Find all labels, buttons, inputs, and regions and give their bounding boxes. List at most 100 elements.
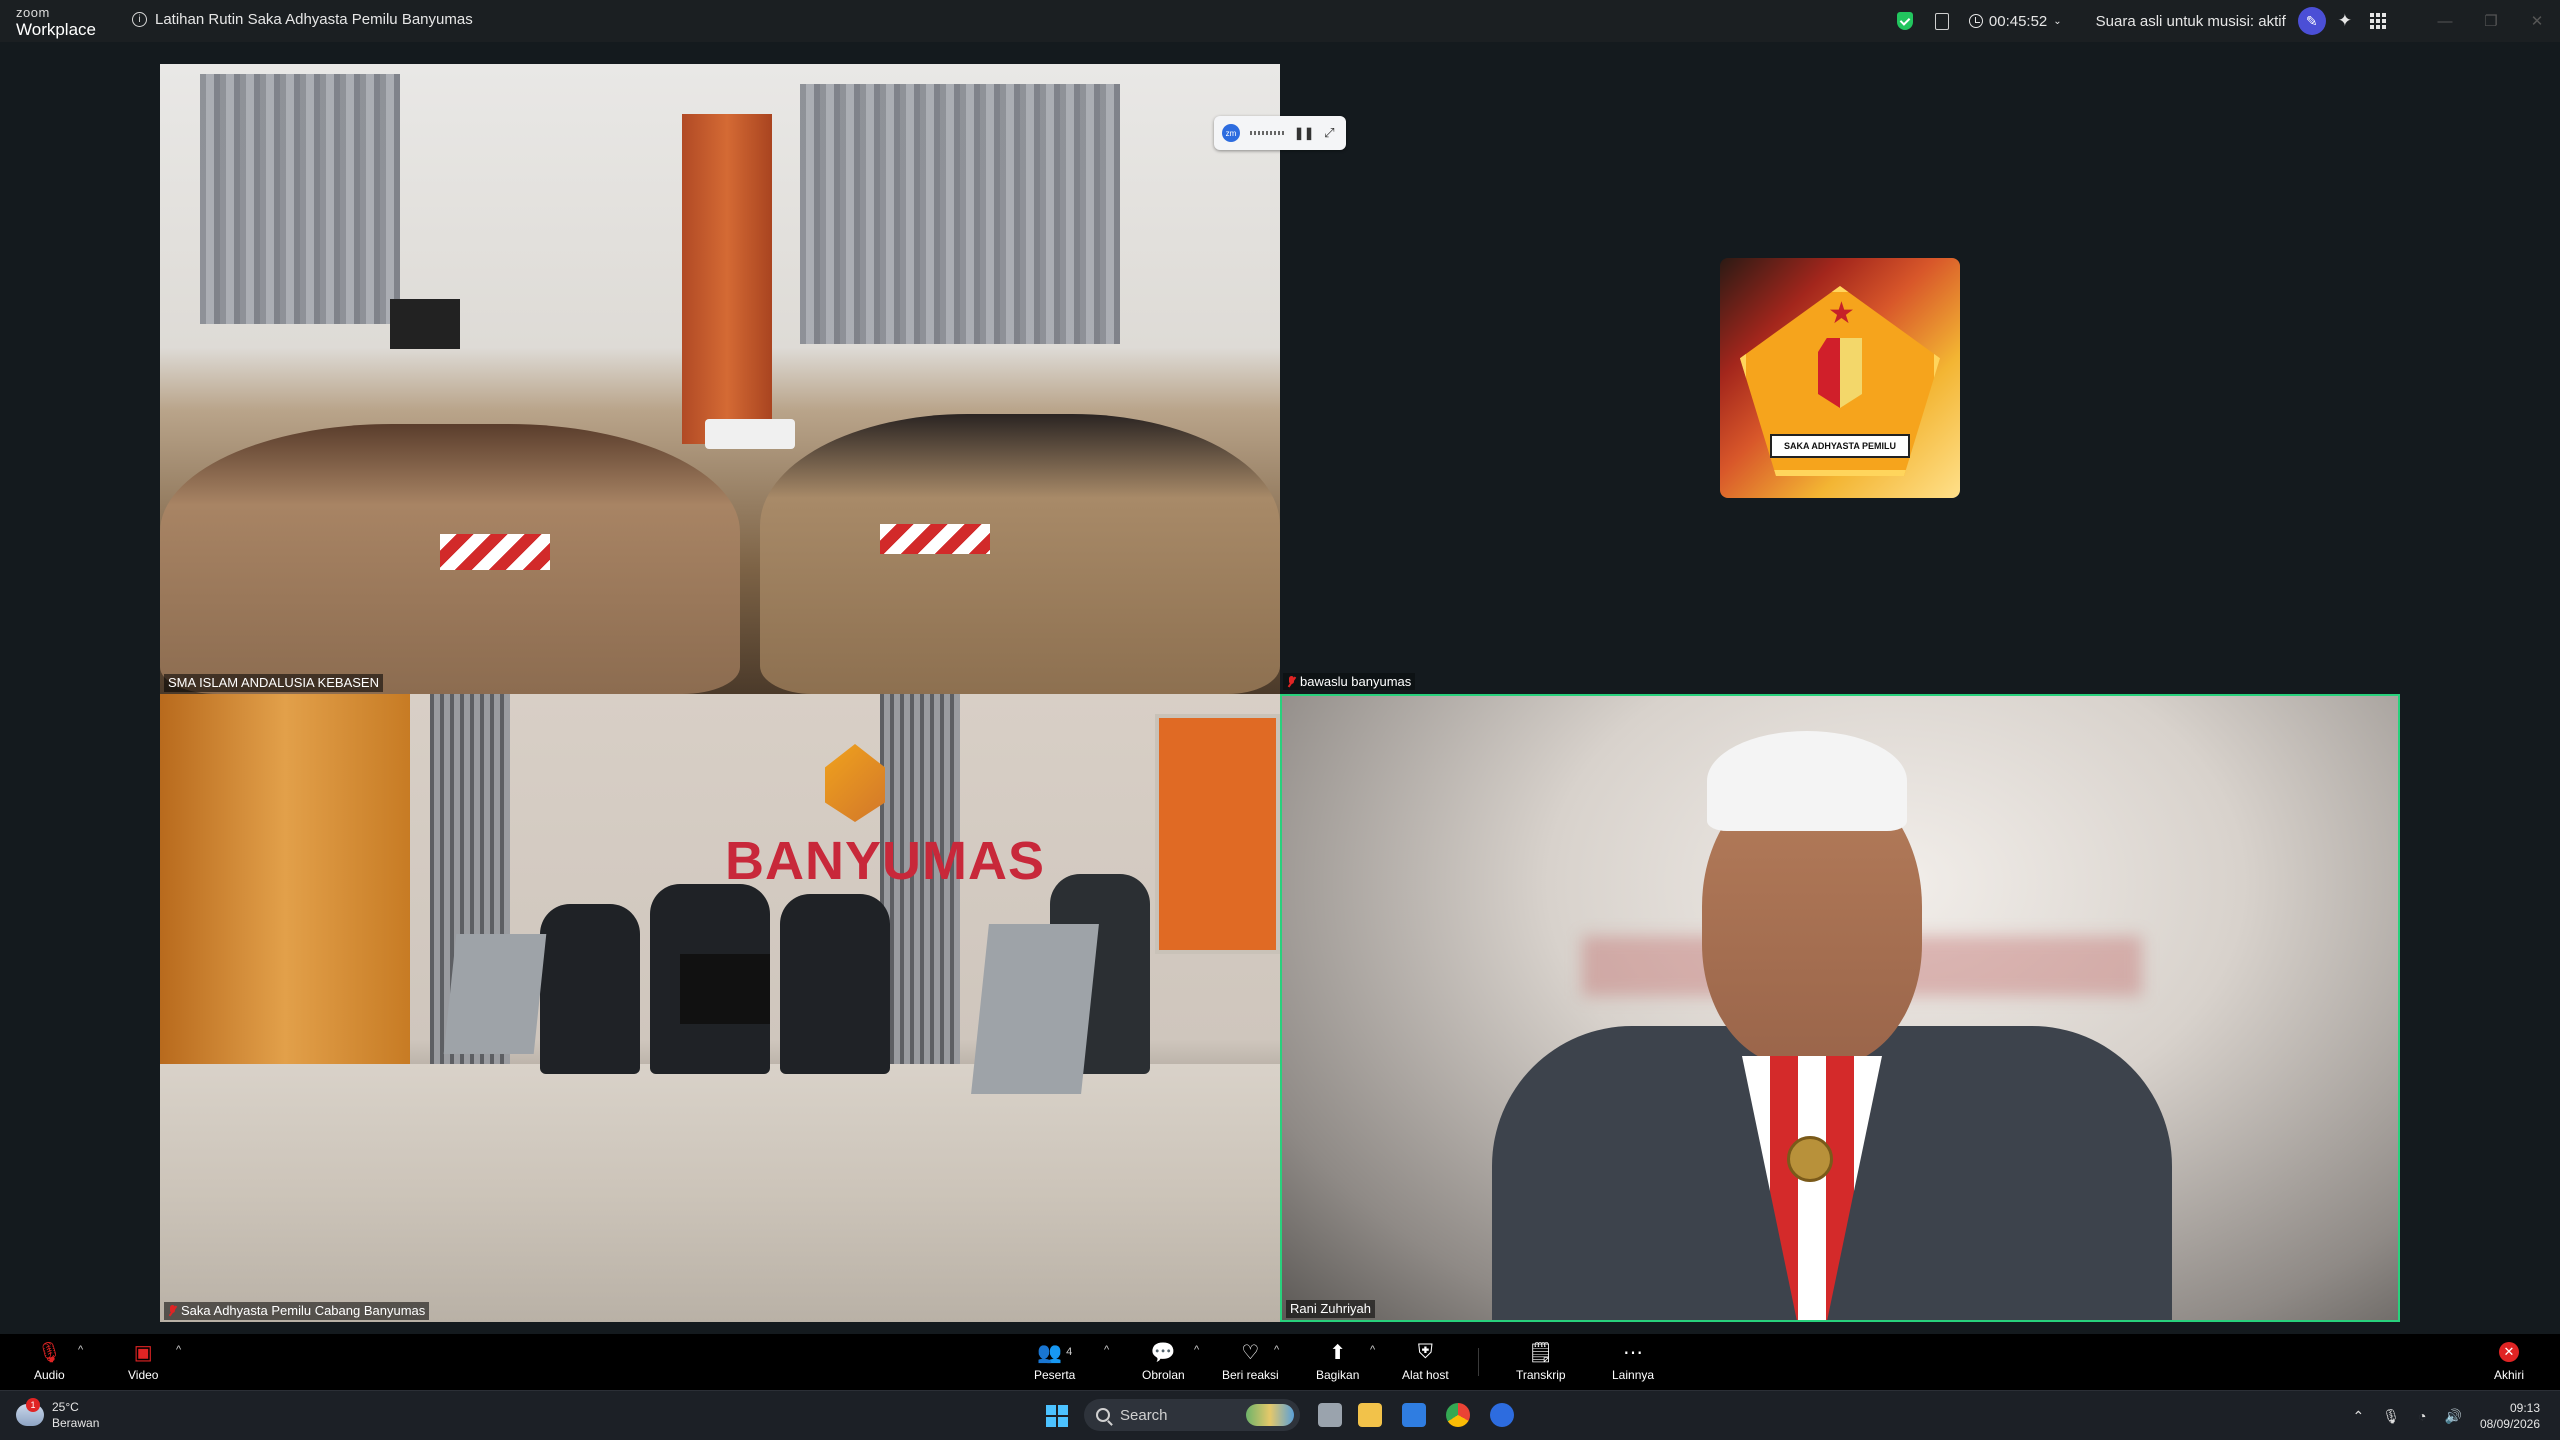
apps-grid-icon[interactable] xyxy=(2370,13,2386,29)
encryption-shield-icon[interactable] xyxy=(1896,12,1913,30)
pillar-right xyxy=(880,694,960,1114)
laptop xyxy=(971,924,1099,1094)
chat-icon: 💬 xyxy=(1150,1341,1176,1364)
scarf xyxy=(440,534,550,570)
transcript-button[interactable]: 🗒 Transkrip xyxy=(1516,1340,1566,1383)
search-highlight-icon xyxy=(1246,1404,1294,1426)
brand-workplace: Workplace xyxy=(16,20,96,39)
more-button[interactable]: ⋯ Lainnya xyxy=(1612,1340,1655,1383)
meeting-controls-bar: 🎙 Audio ^ ▣ Video ^ 👥 4 Peserta ^ 💬 Obrol… xyxy=(0,1334,2560,1390)
restore-icon[interactable]: ❐ xyxy=(2468,0,2514,42)
taskbar-clock[interactable]: 09:13 08/09/2026 xyxy=(2480,1400,2540,1432)
audio-label: Audio xyxy=(34,1368,65,1382)
share-screen-icon: ⬆ xyxy=(1329,1341,1347,1364)
video-options-caret-icon[interactable]: ^ xyxy=(176,1344,181,1356)
weather-condition: Berawan xyxy=(52,1416,100,1430)
search-placeholder: Search xyxy=(1120,1406,1168,1424)
windows-taskbar: 25°C Berawan Search ⌃ 🎙 ◔ 🔊 09:13 08/09/… xyxy=(0,1390,2560,1440)
divider xyxy=(1478,1348,1479,1376)
title-bar-right: 00:45:52 ⌄ Suara asli untuk musisi: akti… xyxy=(1896,0,2560,42)
video-tile-sma-islam[interactable]: SMA ISLAM ANDALUSIA KEBASEN xyxy=(160,64,1280,694)
share-button[interactable]: ⬆ Bagikan xyxy=(1316,1340,1360,1383)
file-explorer-icon[interactable] xyxy=(1358,1403,1382,1427)
emblem-ribbon: SAKA ADHYASTA PEMILU xyxy=(1770,434,1910,458)
todo-icon[interactable] xyxy=(1402,1403,1426,1427)
video-tile-active-speaker[interactable]: Rani Zuhriyah xyxy=(1280,694,2400,1322)
taskbar-search[interactable]: Search xyxy=(1084,1399,1300,1431)
zoom-meeting-window: zoom Workplace i Latihan Rutin Saka Adhy… xyxy=(0,0,2560,1440)
timer-value: 00:45:52 xyxy=(1988,12,2048,30)
participant-name-label: Rani Zuhriyah xyxy=(1286,1300,1375,1318)
drag-handle-icon[interactable] xyxy=(1250,131,1284,135)
audio-button[interactable]: 🎙 Audio xyxy=(34,1340,65,1383)
video-label: Video xyxy=(128,1368,159,1382)
pencil-icon[interactable]: ✎ xyxy=(2297,7,2326,35)
speaker-cap xyxy=(1707,731,1907,831)
volume-icon[interactable]: 🔊 xyxy=(2445,1408,2462,1425)
windows-start-icon[interactable] xyxy=(1046,1405,1068,1427)
meeting-timer[interactable]: 00:45:52 ⌄ xyxy=(1968,12,2062,30)
ai-companion-icon[interactable]: ✦ xyxy=(2338,11,2352,31)
task-view-icon[interactable] xyxy=(1318,1403,1342,1427)
students-right xyxy=(760,414,1280,694)
minimize-icon[interactable]: — xyxy=(2422,0,2468,42)
star-icon: ★ xyxy=(1828,297,1855,330)
avatar-tile-bawaslu[interactable]: ★ SAKA ADHYASTA PEMILU xyxy=(1720,258,1960,498)
muted-mic-icon xyxy=(168,1304,177,1317)
tile-2-name: Saka Adhyasta Pemilu Cabang Banyumas xyxy=(181,1303,426,1318)
share-caret-icon[interactable]: ^ xyxy=(1370,1344,1375,1356)
microphone-icon[interactable]: 🎙 xyxy=(2382,1408,2400,1425)
clock-time: 09:13 xyxy=(2509,1401,2540,1415)
wifi-icon[interactable]: ◔ xyxy=(2418,1408,2426,1424)
expand-icon[interactable]: ⤢ xyxy=(1324,125,1334,141)
shield-icon: ⛨ xyxy=(1417,1340,1433,1363)
projector xyxy=(705,419,795,449)
audio-options-caret-icon[interactable]: ^ xyxy=(78,1344,83,1356)
react-label: Beri reaksi xyxy=(1222,1368,1279,1382)
end-icon: ✕ xyxy=(2499,1340,2519,1364)
video-tile-saka-cabang[interactable]: BANYUMAS Saka Adhyasta Pemilu Cabang Ban… xyxy=(160,694,1280,1322)
laptop xyxy=(443,934,547,1054)
weather-widget[interactable]: 25°C Berawan xyxy=(16,1398,100,1431)
meeting-title: Latihan Rutin Saka Adhyasta Pemilu Banyu… xyxy=(155,11,473,28)
search-icon xyxy=(1096,1408,1110,1422)
video-button[interactable]: ▣ Video xyxy=(128,1340,159,1383)
floating-share-control[interactable]: zm ❚❚ ⤢ xyxy=(1214,116,1346,150)
chat-button[interactable]: 💬 Obrolan xyxy=(1142,1340,1185,1383)
more-label: Lainnya xyxy=(1612,1368,1655,1382)
react-button[interactable]: ♡ Beri reaksi xyxy=(1222,1340,1279,1383)
clock-date: 08/09/2026 xyxy=(2479,1417,2540,1431)
chat-label: Obrolan xyxy=(1142,1368,1185,1382)
tile-1-name: SMA ISLAM ANDALUSIA KEBASEN xyxy=(168,675,379,690)
share-label: Bagikan xyxy=(1316,1368,1360,1382)
chrome-icon[interactable] xyxy=(1446,1403,1470,1427)
react-caret-icon[interactable]: ^ xyxy=(1274,1344,1279,1356)
scarf-woggle xyxy=(1787,1136,1833,1182)
more-icon: ⋯ xyxy=(1623,1341,1644,1364)
participants-caret-icon[interactable]: ^ xyxy=(1104,1344,1109,1356)
projector xyxy=(680,954,770,1024)
original-sound-status[interactable]: Suara asli untuk musisi: aktif xyxy=(2096,13,2286,30)
meeting-info-button[interactable]: i Latihan Rutin Saka Adhyasta Pemilu Ban… xyxy=(132,11,473,28)
curtain-left xyxy=(200,74,400,324)
chat-caret-icon[interactable]: ^ xyxy=(1194,1344,1199,1356)
end-meeting-button[interactable]: ✕ Akhiri xyxy=(2494,1340,2524,1382)
zoom-app-icon[interactable] xyxy=(1490,1403,1514,1427)
muted-mic-icon: 🎙 xyxy=(36,1341,63,1364)
video-off-icon: ▣ xyxy=(133,1341,153,1364)
chevron-down-icon: ⌄ xyxy=(2053,15,2062,27)
chevron-up-icon[interactable]: ⌃ xyxy=(2353,1408,2365,1425)
heart-icon: ♡ xyxy=(1241,1341,1260,1364)
pause-icon[interactable]: ❚❚ xyxy=(1294,126,1314,140)
participants-button[interactable]: 👥 4 Peserta xyxy=(1034,1340,1076,1383)
close-icon[interactable]: ✕ xyxy=(2514,0,2560,42)
host-tools-button[interactable]: ⛨ Alat host xyxy=(1402,1340,1449,1383)
participant-name-label: SMA ISLAM ANDALUSIA KEBASEN xyxy=(164,674,383,692)
zoom-logo: zoom Workplace xyxy=(16,6,96,38)
notes-icon[interactable] xyxy=(1934,12,1949,30)
participants-icon: 👥 4 xyxy=(1037,1341,1073,1364)
person xyxy=(780,894,890,1074)
participants-label: Peserta xyxy=(1034,1368,1076,1382)
curtain-right xyxy=(800,84,1120,344)
title-bar: zoom Workplace i Latihan Rutin Saka Adhy… xyxy=(0,0,2560,42)
